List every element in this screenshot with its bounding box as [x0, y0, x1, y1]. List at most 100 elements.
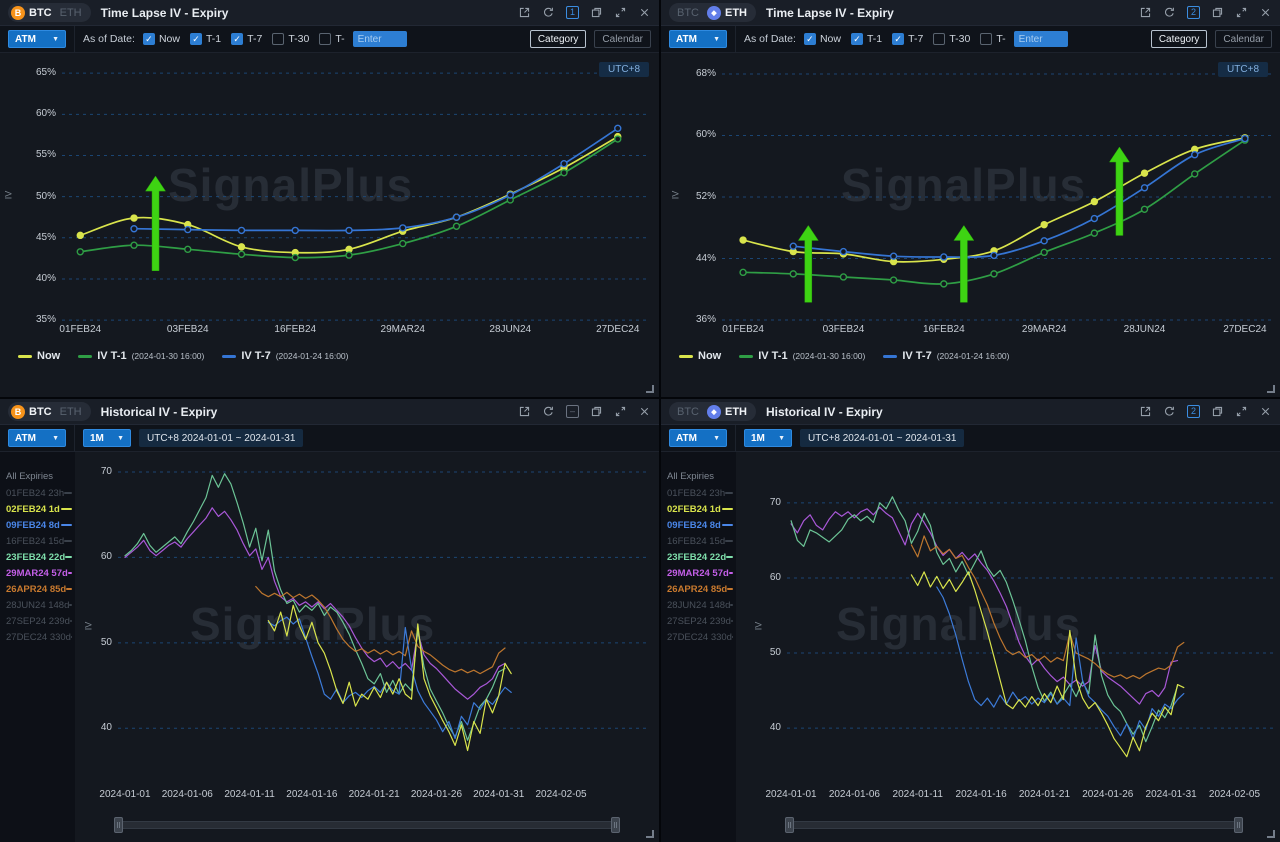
slider-handle-right[interactable] [611, 817, 620, 833]
refresh-icon[interactable] [1163, 405, 1176, 418]
coin-btc[interactable]: BBTC [11, 6, 52, 20]
t-custom-input[interactable] [353, 31, 407, 47]
structure-select[interactable]: ATM▼ [669, 429, 727, 447]
expiry-item[interactable]: 23FEB24 22d [0, 549, 75, 565]
expiry-item[interactable]: 27SEP24 239d [0, 613, 75, 629]
close-icon[interactable] [638, 6, 651, 19]
expiry-item[interactable]: 01FEB24 23h [661, 485, 736, 501]
checkbox-t-7[interactable]: ✓T-7 [892, 33, 923, 45]
expiry-item[interactable]: 28JUN24 148d [661, 597, 736, 613]
window-number-badge[interactable]: 2 [1187, 6, 1200, 19]
legend-item[interactable]: IV T-1(2024-01-30 16:00) [78, 350, 204, 362]
checked-icon[interactable]: ✓ [231, 33, 243, 45]
coin-eth[interactable]: ◆ETH [707, 6, 747, 20]
slider-track[interactable] [789, 821, 1239, 829]
checked-icon[interactable]: ✓ [851, 33, 863, 45]
legend-item[interactable]: Now [18, 350, 60, 362]
window-number-badge[interactable]: 1 [566, 6, 579, 19]
expiry-item[interactable]: 27DEC24 330d [0, 629, 75, 645]
checkbox-t-[interactable]: T- [319, 33, 344, 45]
slider-handle-left[interactable] [114, 817, 123, 833]
window-number-badge[interactable]: 2 [1187, 405, 1200, 418]
duplicate-icon[interactable] [590, 6, 603, 19]
checkbox-t-1[interactable]: ✓T-1 [190, 33, 221, 45]
expiry-item[interactable]: 02FEB24 1d [661, 501, 736, 517]
refresh-icon[interactable] [542, 405, 555, 418]
expiry-item[interactable]: 02FEB24 1d [0, 501, 75, 517]
checkbox-t-1[interactable]: ✓T-1 [851, 33, 882, 45]
legend-item[interactable]: IV T-7(2024-01-24 16:00) [222, 350, 348, 362]
expiry-item[interactable]: 29MAR24 57d [661, 565, 736, 581]
resize-handle[interactable] [646, 385, 654, 393]
unchecked-icon[interactable] [933, 33, 945, 45]
expiry-item[interactable]: 16FEB24 15d [661, 533, 736, 549]
structure-select[interactable]: ATM▼ [8, 429, 66, 447]
expiry-item[interactable]: 27DEC24 330d [661, 629, 736, 645]
coin-btc[interactable]: BTC [672, 7, 699, 19]
expiry-item[interactable]: 01FEB24 23h [0, 485, 75, 501]
maximize-icon[interactable] [614, 405, 627, 418]
checked-icon[interactable]: ✓ [804, 33, 816, 45]
t-custom-input[interactable] [1014, 31, 1068, 47]
time-range-slider[interactable] [789, 817, 1239, 833]
checkbox-t-7[interactable]: ✓T-7 [231, 33, 262, 45]
slider-handle-left[interactable] [785, 817, 794, 833]
unchecked-icon[interactable] [272, 33, 284, 45]
resize-handle[interactable] [1267, 385, 1275, 393]
expiry-item[interactable]: 26APR24 85d [661, 581, 736, 597]
legend-item[interactable]: IV T-7(2024-01-24 16:00) [883, 350, 1009, 362]
close-icon[interactable] [1259, 6, 1272, 19]
open-new-window-icon[interactable] [1139, 6, 1152, 19]
group-icon[interactable]: – [566, 405, 579, 418]
checkbox-now[interactable]: ✓Now [804, 33, 841, 45]
expiry-item[interactable]: 23FEB24 22d [661, 549, 736, 565]
duplicate-icon[interactable] [590, 405, 603, 418]
expiry-item[interactable]: 29MAR24 57d [0, 565, 75, 581]
resize-handle[interactable] [646, 830, 654, 838]
date-range-badge[interactable]: UTC+8 2024-01-01 ~ 2024-01-31 [139, 429, 303, 447]
open-new-window-icon[interactable] [518, 6, 531, 19]
close-icon[interactable] [1259, 405, 1272, 418]
calendar-button[interactable]: Calendar [594, 30, 651, 48]
checkbox-t-[interactable]: T- [980, 33, 1005, 45]
duplicate-icon[interactable] [1211, 405, 1224, 418]
time-range-slider[interactable] [118, 817, 616, 833]
legend-item[interactable]: IV T-1(2024-01-30 16:00) [739, 350, 865, 362]
maximize-icon[interactable] [1235, 6, 1248, 19]
coin-toggle[interactable]: BBTC ETH [8, 402, 91, 421]
unchecked-icon[interactable] [319, 33, 331, 45]
legend-item[interactable]: Now [679, 350, 721, 362]
expiry-item[interactable]: 09FEB24 8d [661, 517, 736, 533]
refresh-icon[interactable] [542, 6, 555, 19]
structure-select[interactable]: ATM▼ [8, 30, 66, 48]
duplicate-icon[interactable] [1211, 6, 1224, 19]
coin-toggle[interactable]: BTC ◆ETH [669, 3, 756, 22]
coin-eth[interactable]: ETH [60, 7, 82, 19]
slider-handle-right[interactable] [1234, 817, 1243, 833]
checkbox-now[interactable]: ✓Now [143, 33, 180, 45]
coin-btc[interactable]: BTC [672, 406, 699, 418]
maximize-icon[interactable] [614, 6, 627, 19]
slider-track[interactable] [118, 821, 616, 829]
checkbox-t-30[interactable]: T-30 [272, 33, 309, 45]
coin-eth[interactable]: ◆ETH [707, 405, 747, 419]
period-select[interactable]: 1M▼ [83, 429, 131, 447]
expiry-item[interactable]: 26APR24 85d [0, 581, 75, 597]
coin-eth[interactable]: ETH [60, 406, 82, 418]
expiry-item[interactable]: 16FEB24 15d [0, 533, 75, 549]
checkbox-t-30[interactable]: T-30 [933, 33, 970, 45]
category-button[interactable]: Category [530, 30, 587, 48]
resize-handle[interactable] [1267, 830, 1275, 838]
maximize-icon[interactable] [1235, 405, 1248, 418]
unchecked-icon[interactable] [980, 33, 992, 45]
open-new-window-icon[interactable] [1139, 405, 1152, 418]
category-button[interactable]: Category [1151, 30, 1208, 48]
checked-icon[interactable]: ✓ [190, 33, 202, 45]
expiry-item[interactable]: 28JUN24 148d [0, 597, 75, 613]
close-icon[interactable] [638, 405, 651, 418]
expiry-item[interactable]: 09FEB24 8d [0, 517, 75, 533]
refresh-icon[interactable] [1163, 6, 1176, 19]
open-new-window-icon[interactable] [518, 405, 531, 418]
coin-toggle[interactable]: BBTC ETH [8, 3, 91, 22]
checked-icon[interactable]: ✓ [892, 33, 904, 45]
